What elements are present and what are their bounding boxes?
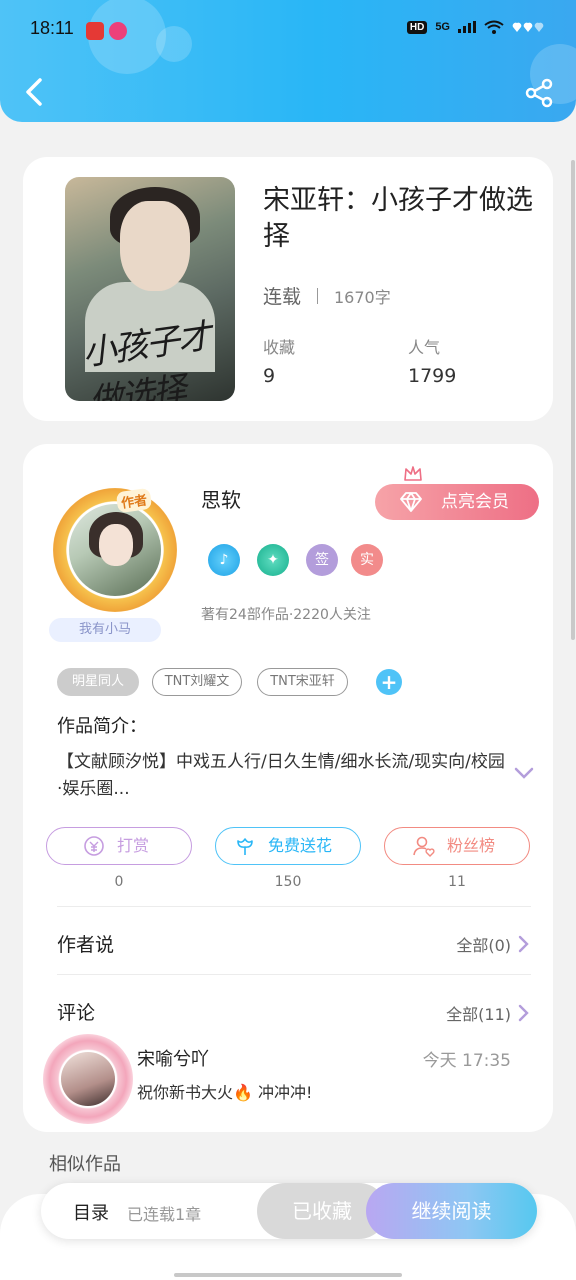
top-header: 18:11 HD 5G <box>0 0 576 122</box>
author-nickname-pill: 我有小马 <box>49 618 161 642</box>
author-avatar[interactable] <box>53 488 177 612</box>
bottom-action-bar: 目录 已连载1章 已收藏 继续阅读 <box>41 1183 537 1239</box>
intro-text: 【文献顾汐悦】中戏五人行/日久生情/细水长流/现实向/校园·娱乐圈... <box>57 752 505 799</box>
signal-5g-icon: 5G <box>435 21 450 33</box>
chevron-right-icon <box>518 935 529 953</box>
add-tag-icon[interactable]: + <box>376 669 402 695</box>
share-icon[interactable] <box>524 78 554 108</box>
app-notification-icon <box>86 22 104 40</box>
home-indicator[interactable] <box>174 1273 402 1277</box>
favorites-label: 收藏 <box>263 338 296 357</box>
divider <box>57 906 531 907</box>
app-notification-icon <box>109 22 127 40</box>
coin-icon <box>84 836 104 856</box>
comments-title: 评论 <box>57 1002 96 1024</box>
book-info-card: 小孩子才 做选择 宋亚轩：小孩子才做选择 连载 1670字 收藏 9 人气 179… <box>23 157 553 421</box>
commenter-avatar[interactable] <box>43 1034 133 1124</box>
back-arrow-icon[interactable] <box>20 76 48 108</box>
tip-button[interactable]: 打赏 <box>46 827 192 865</box>
table-of-contents-button[interactable]: 目录 <box>73 1199 109 1225</box>
intro-label: 作品简介： <box>57 716 147 737</box>
comment-username[interactable]: 宋喻兮吖 <box>137 1045 209 1071</box>
chapter-count: 已连载1章 <box>127 1205 202 1224</box>
vip-button-label: 点亮会员 <box>441 492 509 512</box>
status-indicators: HD 5G <box>406 20 546 34</box>
flower-icon <box>237 838 253 855</box>
tag-chip[interactable]: TNT宋亚轩 <box>257 668 348 696</box>
divider <box>57 974 531 975</box>
author-says-more[interactable]: 全部(0) <box>456 932 529 956</box>
send-flower-label: 免费送花 <box>268 836 333 855</box>
tag-chip[interactable]: TNT刘耀文 <box>152 668 242 696</box>
author-says-more-label: 全部(0) <box>456 936 511 955</box>
diamond-icon <box>400 492 422 512</box>
hd-icon: HD <box>406 20 428 34</box>
wifi-icon <box>484 20 504 34</box>
author-says-title: 作者说 <box>57 934 115 956</box>
tip-count: 0 <box>114 874 124 890</box>
author-meta: 著有24部作品·2220人关注 <box>201 607 371 623</box>
popularity-count: 1799 <box>408 365 457 387</box>
status-time: 18:11 <box>30 18 74 38</box>
author-card: 作者 我有小马 思软 点亮会员 ♪ ✦ 签 实 著有24部作品·2220人关注 … <box>23 444 553 1132</box>
tag-chip[interactable]: 明星同人 <box>57 668 139 696</box>
battery-hearts-icon <box>512 22 544 32</box>
divider <box>317 288 318 304</box>
word-count: 1670字 <box>334 288 391 307</box>
fan-user-icon <box>413 836 435 857</box>
signal-bars-icon <box>458 21 476 33</box>
fan-ranking-label: 粉丝榜 <box>447 836 496 855</box>
expand-chevron-icon[interactable] <box>513 766 535 780</box>
comments-more[interactable]: 全部(11) <box>446 1001 529 1025</box>
signed-badge-icon: 签 <box>306 544 338 576</box>
comment-time: 今天 17:35 <box>422 1051 511 1071</box>
send-flower-button[interactable]: 免费送花 <box>215 827 361 865</box>
book-cover-image[interactable]: 小孩子才 做选择 <box>65 177 235 401</box>
comment-text: 祝你新书大火🔥 冲冲冲! <box>137 1083 313 1102</box>
chevron-right-icon <box>518 1004 529 1022</box>
crown-icon <box>404 466 422 481</box>
status-bar: 18:11 HD 5G <box>0 0 576 60</box>
book-status: 连载 <box>263 286 302 308</box>
vip-button[interactable]: 点亮会员 <box>375 484 539 520</box>
fan-count: 11 <box>448 874 466 890</box>
verified-badge-icon: 实 <box>351 544 383 576</box>
scrollbar[interactable] <box>571 160 575 640</box>
author-name[interactable]: 思软 <box>201 484 241 513</box>
fan-ranking-button[interactable]: 粉丝榜 <box>384 827 530 865</box>
hands-badge-icon: ✦ <box>257 544 289 576</box>
flower-count: 150 <box>274 874 302 890</box>
book-title: 宋亚轩：小孩子才做选择 <box>263 185 533 252</box>
continue-reading-button[interactable]: 继续阅读 <box>366 1183 537 1239</box>
favorites-count: 9 <box>263 365 276 387</box>
music-badge-icon: ♪ <box>208 544 240 576</box>
popularity-label: 人气 <box>408 338 441 357</box>
tip-label: 打赏 <box>117 836 150 855</box>
similar-works-title: 相似作品 <box>49 1154 121 1175</box>
comments-more-label: 全部(11) <box>446 1005 511 1024</box>
